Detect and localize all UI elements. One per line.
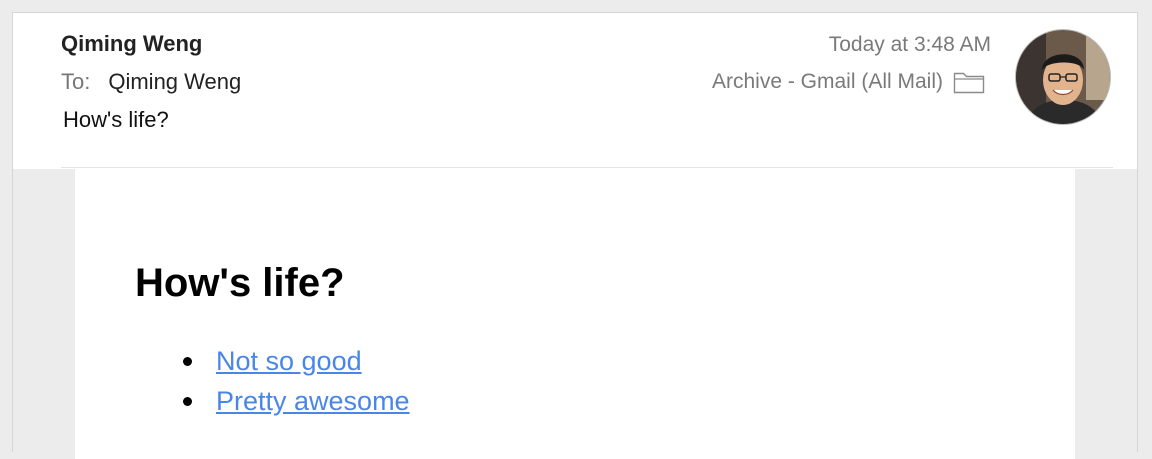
reply-link-not-so-good[interactable]: Not so good xyxy=(216,346,362,377)
mailbox-location: Archive - Gmail (All Mail) xyxy=(712,70,985,94)
message-header: Qiming Weng To: Qiming Weng How's life? … xyxy=(13,13,1137,169)
list-item: Pretty awesome xyxy=(183,381,410,421)
mail-message-window: Qiming Weng To: Qiming Weng How's life? … xyxy=(12,12,1138,459)
sender-avatar[interactable] xyxy=(1015,29,1111,125)
to-label: To: xyxy=(61,69,91,94)
sender-name[interactable]: Qiming Weng xyxy=(61,31,202,57)
bullet-icon xyxy=(183,356,192,366)
message-body: How's life? Not so good Pretty awesome xyxy=(75,169,1075,459)
reply-link-pretty-awesome[interactable]: Pretty awesome xyxy=(216,386,410,417)
bullet-icon xyxy=(183,396,192,406)
recipient-row: To: Qiming Weng xyxy=(61,69,241,95)
mailbox-name: Archive - Gmail (All Mail) xyxy=(711,70,943,93)
header-divider xyxy=(61,167,1113,168)
message-subject: How's life? xyxy=(63,107,169,132)
folder-icon[interactable] xyxy=(953,70,985,94)
recipient-name[interactable]: Qiming Weng xyxy=(108,69,241,95)
reply-options-list: Not so good Pretty awesome xyxy=(183,341,410,421)
avatar-photo-icon xyxy=(1016,30,1110,124)
list-item: Not so good xyxy=(183,341,410,381)
body-heading: How's life? xyxy=(135,261,345,305)
message-timestamp: Today at 3:48 AM xyxy=(828,33,991,56)
